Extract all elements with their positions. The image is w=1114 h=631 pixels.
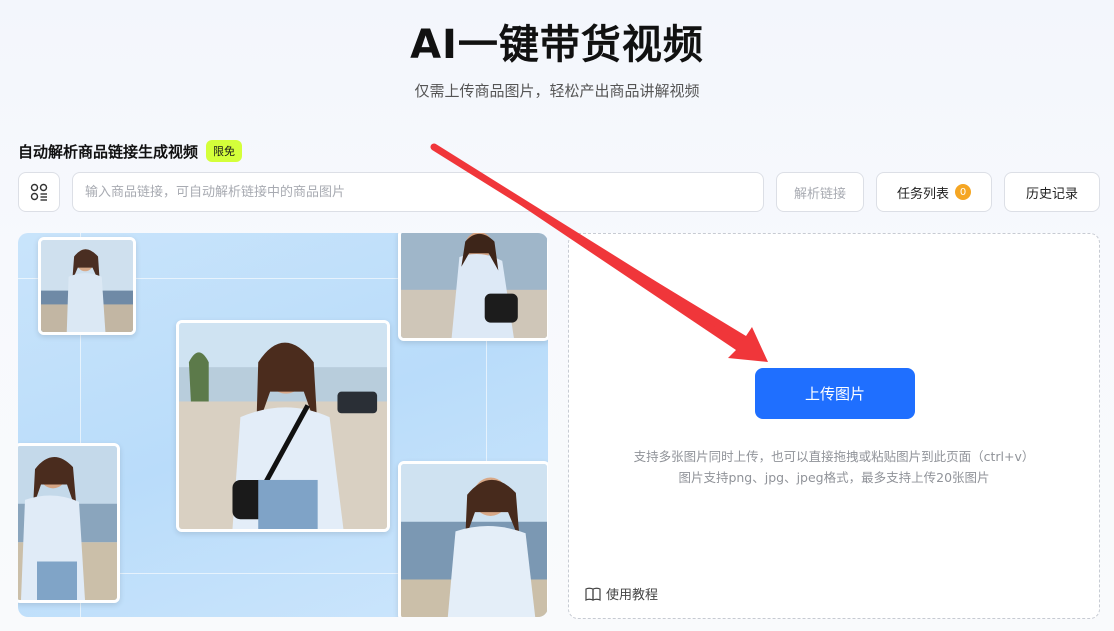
free-badge: 限免 [206, 140, 243, 162]
book-icon [585, 587, 601, 601]
task-list-button[interactable]: 任务列表 0 [876, 172, 992, 212]
page-subtitle: 仅需上传商品图片，轻松产出商品讲解视频 [414, 82, 700, 100]
link-section-header: 自动解析商品链接生成视频 限免 [18, 140, 243, 162]
upload-hint: 支持多张图片同时上传，也可以直接拖拽或粘贴图片到此页面（ctrl+v） 图片支持… [569, 446, 1099, 488]
upload-image-button[interactable]: 上传图片 [755, 368, 915, 419]
parse-link-button[interactable]: 解析链接 [776, 172, 864, 212]
upload-dropzone[interactable]: 上传图片 支持多张图片同时上传，也可以直接拖拽或粘贴图片到此页面（ctrl+v）… [568, 233, 1100, 619]
tutorial-link[interactable]: 使用教程 [585, 584, 658, 603]
collage-photo [398, 461, 548, 617]
example-collage [18, 233, 548, 617]
apps-grid-icon [30, 183, 48, 201]
task-count-badge: 0 [955, 184, 971, 200]
task-list-label: 任务列表 [896, 186, 949, 202]
history-button[interactable]: 历史记录 [1004, 172, 1100, 212]
collage-photo [398, 233, 548, 341]
apps-grid-button[interactable] [18, 172, 60, 212]
page-title: AI一键带货视频 [410, 22, 704, 68]
upload-hint-line-2: 图片支持png、jpg、jpeg格式，最多支持上传20张图片 [678, 470, 990, 485]
collage-photo [176, 320, 390, 532]
product-link-input[interactable] [72, 172, 764, 212]
tutorial-label: 使用教程 [606, 588, 659, 603]
collage-photo [18, 443, 120, 603]
collage-photo [38, 237, 136, 335]
upload-hint-line-1: 支持多张图片同时上传，也可以直接拖拽或粘贴图片到此页面（ctrl+v） [633, 449, 1035, 464]
link-section-label: 自动解析商品链接生成视频 [18, 142, 199, 161]
